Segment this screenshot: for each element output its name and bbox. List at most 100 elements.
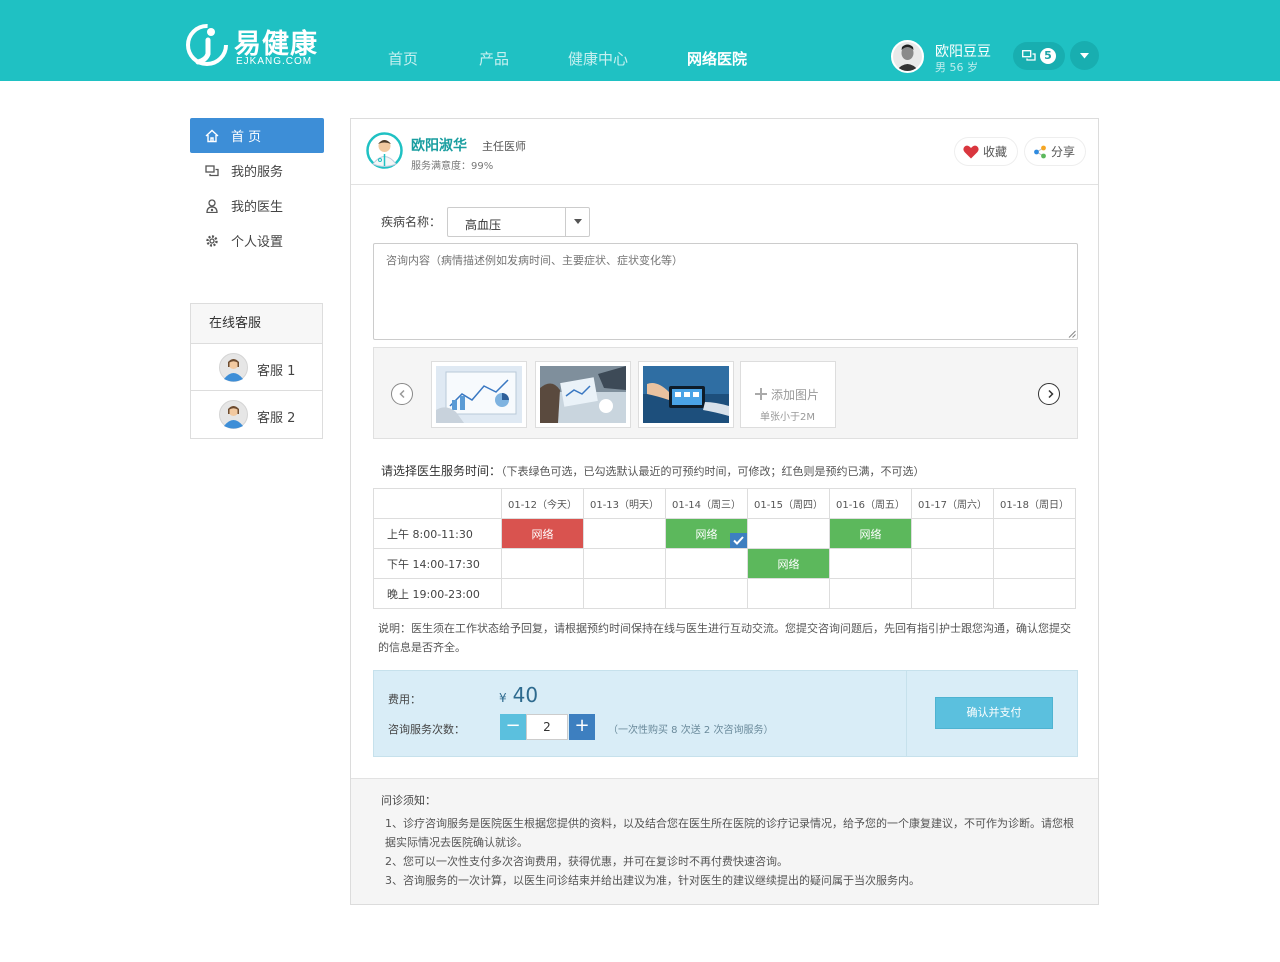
- slot-empty: [911, 548, 994, 579]
- main-nav: 首页 产品 健康中心 网络医院: [388, 48, 747, 72]
- sidebar-item-home[interactable]: 首 页: [190, 118, 324, 153]
- slot-empty: [993, 548, 1076, 579]
- confirm-pay-button[interactable]: 确认并支付: [935, 697, 1053, 729]
- nav-online-hospital[interactable]: 网络医院: [687, 48, 747, 72]
- consult-content-input[interactable]: [373, 243, 1078, 340]
- brand-domain: EJKANG.COM: [236, 56, 313, 67]
- chat-icon: [1022, 50, 1036, 61]
- sidebar-item-my-services[interactable]: 我的服务: [190, 153, 324, 188]
- slot-empty: [583, 548, 666, 579]
- slot-empty: [747, 578, 830, 609]
- sidebar-item-my-doctors[interactable]: 我的医生: [190, 188, 324, 223]
- favorite-button[interactable]: 收藏: [955, 138, 1018, 165]
- slot-available[interactable]: 网络: [747, 548, 830, 579]
- sidebar-item-label: 我的服务: [231, 165, 284, 180]
- agent-avatar-icon: [219, 353, 248, 382]
- slot-row-label: 下午 14:00-17:30: [373, 548, 502, 579]
- user-avatar[interactable]: [891, 40, 924, 73]
- add-image-label: 添加图片: [771, 388, 820, 402]
- gallery-next-button[interactable]: [1038, 383, 1060, 405]
- consultation-card: 欧阳淑华 主任医师 服务满意度：99% 收藏 分享 疾病名称： 高血压 咨询内容…: [350, 118, 1099, 905]
- slot-empty: [501, 578, 584, 609]
- nav-products[interactable]: 产品: [479, 48, 509, 72]
- caret-down-icon: [1080, 53, 1089, 59]
- plus-icon: [755, 388, 767, 400]
- messages-button[interactable]: 5: [1013, 42, 1065, 70]
- uploaded-image-2[interactable]: [535, 361, 631, 428]
- sidebar-item-label: 我的医生: [231, 200, 284, 215]
- sidebar-menu: 首 页 我的服务 我的医生 个人设置: [190, 118, 324, 258]
- check-badge: [730, 533, 747, 548]
- tablet-photo-image: [643, 366, 729, 423]
- slot-selected[interactable]: 网络: [665, 518, 748, 549]
- caret-down-icon: [574, 219, 582, 224]
- service-agent-label: 客服 2: [257, 411, 296, 426]
- chart-photo-image: [436, 366, 522, 423]
- service-agent-2[interactable]: 客服 2: [191, 391, 322, 438]
- schedule-row-morning: 上午 8:00-11:30 网络 网络 网络: [373, 518, 1076, 549]
- slot-empty: [501, 548, 584, 579]
- slot-empty: [993, 518, 1076, 549]
- nav-health-center[interactable]: 健康中心: [568, 48, 628, 72]
- day-header: 01-15（周四）: [747, 488, 830, 519]
- service-agent-1[interactable]: 客服 1: [191, 344, 322, 391]
- heart-icon: [963, 145, 979, 158]
- unread-badge: 5: [1040, 48, 1056, 64]
- schedule-row-evening: 晚上 19:00-23:00: [373, 578, 1076, 609]
- home-icon: [205, 129, 219, 142]
- slot-empty: [911, 518, 994, 549]
- share-label: 分享: [1051, 145, 1076, 159]
- slot-row-label: 上午 8:00-11:30: [373, 518, 502, 549]
- slot-empty: [993, 578, 1076, 609]
- decrement-button[interactable]: −: [500, 714, 526, 740]
- fee-amount: ¥40: [499, 683, 538, 707]
- slot-text: 网络: [695, 527, 718, 541]
- share-icon: [1034, 145, 1046, 158]
- promo-text: （一次性购买 8 次送 2 次咨询服务）: [608, 725, 774, 736]
- count-input[interactable]: 2: [526, 714, 568, 740]
- gallery-prev-button[interactable]: [391, 383, 413, 405]
- day-header: 01-18（周日）: [993, 488, 1076, 519]
- slot-available[interactable]: 网络: [829, 518, 912, 549]
- day-header: 01-12（今天）: [501, 488, 584, 519]
- disease-label: 疾病名称：: [381, 215, 442, 229]
- user-meta: 男 56 岁: [935, 61, 978, 74]
- chevron-left-icon: [399, 389, 405, 399]
- uploaded-image-1[interactable]: [431, 361, 527, 428]
- day-header: 01-13（明天）: [583, 488, 666, 519]
- increment-button[interactable]: +: [569, 714, 595, 740]
- doctor-avatar-icon[interactable]: [366, 132, 403, 169]
- sidebar-item-settings[interactable]: 个人设置: [190, 223, 324, 258]
- schedule-hint: 请选择医生服务时间：（下表绿色可选，已勾选默认最近的可预约时间，可修改；红色则是…: [381, 462, 925, 479]
- user-name[interactable]: 欧阳豆豆: [935, 41, 991, 61]
- slot-empty: [747, 518, 830, 549]
- add-image-button[interactable]: 添加图片 单张小于2M: [740, 361, 836, 428]
- resize-grip-icon[interactable]: [1068, 330, 1076, 338]
- online-service-panel: 在线客服 客服 1 客服 2: [190, 303, 323, 439]
- slot-empty: [583, 578, 666, 609]
- slot-empty: [829, 548, 912, 579]
- gear-icon: [206, 234, 218, 247]
- slot-empty: [911, 578, 994, 609]
- disease-value: 高血压: [465, 218, 502, 232]
- consult-notice: 问诊须知： 1、诊疗咨询服务是医院医生根据您提供的资料，以及结合您在医生所在医院…: [351, 778, 1098, 904]
- doctor-header: 欧阳淑华 主任医师 服务满意度：99% 收藏 分享: [351, 119, 1098, 185]
- online-service-title: 在线客服: [191, 304, 322, 344]
- schedule-row-afternoon: 下午 14:00-17:30 网络: [373, 548, 1076, 579]
- notice-line: 1、诊疗咨询服务是医院医生根据您提供的资料，以及结合您在医生所在医院的诊疗记录情…: [385, 817, 1074, 849]
- share-button[interactable]: 分享: [1025, 138, 1086, 165]
- schedule-hint-text: （下表绿色可选，已勾选默认最近的可预约时间，可修改；红色则是预约已满，不可选）: [501, 465, 925, 478]
- meeting-photo-image: [540, 366, 626, 423]
- user-dropdown-button[interactable]: [1070, 41, 1099, 70]
- brand-logo[interactable]: 易健康 EJKANG.COM: [184, 20, 329, 72]
- doctor-satisfaction: 服务满意度：99%: [411, 161, 494, 172]
- notice-line: 2、您可以一次性支付多次咨询费用，获得优惠，并可在复诊时不再付费快速咨询。: [385, 855, 788, 868]
- checkmark-icon: [733, 536, 744, 545]
- image-gallery: 添加图片 单张小于2M: [373, 347, 1078, 439]
- doctor-title: 主任医师: [482, 140, 526, 153]
- uploaded-image-3[interactable]: [638, 361, 734, 428]
- disease-select[interactable]: 高血压: [447, 207, 590, 237]
- nav-home[interactable]: 首页: [388, 48, 418, 72]
- slot-empty: [665, 548, 748, 579]
- schedule-corner-cell: [373, 488, 502, 519]
